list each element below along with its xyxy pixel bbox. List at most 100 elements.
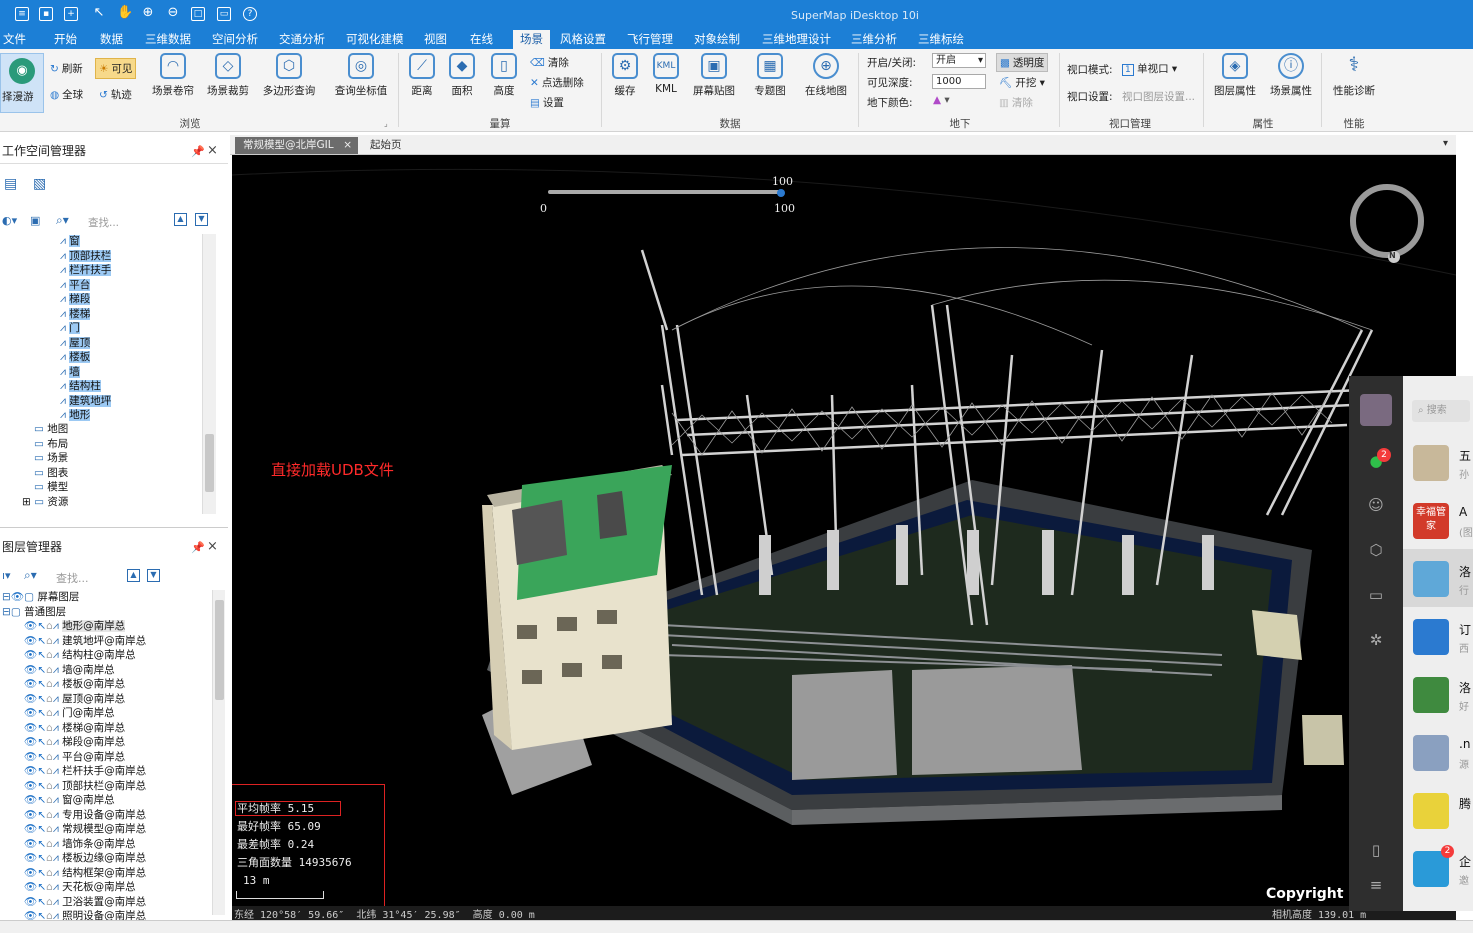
layer-row[interactable]: 👁↖⌂⩘ 墙饰条@南岸总 xyxy=(0,837,210,852)
editable-icon[interactable]: ⌂ xyxy=(46,620,53,632)
workspace-tree-item[interactable]: ⩘ 顶部扶栏 xyxy=(20,249,202,264)
visible-eye-icon[interactable]: 👁 xyxy=(24,896,37,908)
pointer-icon[interactable]: ↖ xyxy=(92,6,106,21)
editable-icon[interactable]: ⌂ xyxy=(46,838,53,850)
workspace-tree-item[interactable]: ⩘ 栏杆扶手 xyxy=(20,263,202,278)
menu-10[interactable]: 风格设置 xyxy=(560,30,606,49)
workspace-scrollbar[interactable] xyxy=(202,234,216,514)
close-icon[interactable]: × xyxy=(343,137,352,154)
menu-1[interactable]: 开始 xyxy=(54,30,77,49)
filter-icon[interactable]: ◐▾ xyxy=(2,214,17,227)
selectable-arrow-icon[interactable]: ↖ xyxy=(37,852,46,864)
workspace-node[interactable]: ▭ 模型 xyxy=(20,480,202,495)
menu-2[interactable]: 数据 xyxy=(100,30,123,49)
curtain-button[interactable]: ◠ 场景卷帘 xyxy=(145,53,201,98)
pin-icon[interactable]: 📌 xyxy=(191,541,205,554)
workspace-icon[interactable]: ▤ xyxy=(4,176,17,192)
editable-icon[interactable]: ⌂ xyxy=(46,881,53,893)
pan-icon[interactable]: ✋ xyxy=(117,6,133,21)
workspace-tree-item[interactable]: ⩘ 建筑地坪 xyxy=(20,394,202,409)
scroll-thumb[interactable] xyxy=(205,434,214,492)
layer-row[interactable]: 👁↖⌂⩘ 天花板@南岸总 xyxy=(0,880,210,895)
workspace-tree-item[interactable]: ⩘ 梯段 xyxy=(20,292,202,307)
height-button[interactable]: ▯ 高度 xyxy=(476,53,532,98)
measure-settings-button[interactable]: ▤ 设置 xyxy=(530,95,564,110)
editable-icon[interactable]: ⌂ xyxy=(46,722,53,734)
chat-item[interactable]: 五孙 xyxy=(1403,433,1473,491)
point-delete-button[interactable]: ✕ 点选删除 xyxy=(530,75,584,90)
visible-eye-icon[interactable]: 👁 xyxy=(24,693,37,705)
selectable-arrow-icon[interactable]: ↖ xyxy=(37,896,46,908)
visible-eye-icon[interactable]: 👁 xyxy=(24,809,37,821)
tab-menu-chevron-icon[interactable]: ▾ xyxy=(1443,138,1448,149)
move-up-icon[interactable]: ▲ xyxy=(127,569,140,582)
roam-button[interactable]: ◉ 择漫游 xyxy=(0,53,44,113)
editable-icon[interactable]: ⌂ xyxy=(46,896,53,908)
menu-0[interactable]: 文件 xyxy=(3,30,26,49)
workspace-node[interactable]: ▭ 布局 xyxy=(20,437,202,452)
miniapp-icon[interactable]: ✲ xyxy=(1366,631,1386,651)
selectable-arrow-icon[interactable]: ↖ xyxy=(37,635,46,647)
visible-eye-icon[interactable]: 👁 xyxy=(24,664,37,676)
visible-eye-icon[interactable]: 👁 xyxy=(24,780,37,792)
avatar[interactable] xyxy=(1360,394,1392,426)
layer-row[interactable]: 👁↖⌂⩘ 结构框架@南岸总 xyxy=(0,866,210,881)
scroll-thumb[interactable] xyxy=(215,600,224,700)
selectable-arrow-icon[interactable]: ↖ xyxy=(37,664,46,676)
visible-eye-icon[interactable]: 👁 xyxy=(24,794,37,806)
menu-4[interactable]: 空间分析 xyxy=(212,30,258,49)
layer-row[interactable]: 👁↖⌂⩘ 门@南岸总 xyxy=(0,706,210,721)
compass-icon[interactable] xyxy=(1353,187,1421,255)
layer-row[interactable]: 👁↖⌂⩘ 平台@南岸总 xyxy=(0,750,210,765)
polygon-query-button[interactable]: ⬡ 多边形查询 xyxy=(258,53,320,98)
color-picker[interactable]: ▲ ▾ xyxy=(933,94,950,106)
save-icon[interactable]: ▪ xyxy=(39,7,53,21)
search-icon[interactable]: ⌕▾ xyxy=(24,568,37,583)
workspace-tree-item[interactable]: ⩘ 结构柱 xyxy=(20,379,202,394)
expand-down-icon[interactable]: ▼ xyxy=(195,213,208,226)
workspace-node[interactable]: ⊞ ▭ 资源 xyxy=(20,495,202,510)
workspace-tree-item[interactable]: ⩘ 平台 xyxy=(20,278,202,293)
layer-row[interactable]: 👁↖⌂⩘ 建筑地坪@南岸总 xyxy=(0,634,210,649)
layer-row[interactable]: 👁↖⌂⩘ 结构柱@南岸总 xyxy=(0,648,210,663)
visible-eye-icon[interactable]: 👁 xyxy=(24,736,37,748)
menu-14[interactable]: 三维分析 xyxy=(851,30,897,49)
close-icon[interactable]: × xyxy=(207,539,218,554)
layer-menu-icon[interactable]: ı▾ xyxy=(2,569,11,582)
menu-6[interactable]: 可视化建模 xyxy=(346,30,404,49)
workspace-tree-item[interactable]: ⩘ 门 xyxy=(20,321,202,336)
layer-row[interactable]: 👁↖⌂⩘ 窗@南岸总 xyxy=(0,793,210,808)
selectable-arrow-icon[interactable]: ↖ xyxy=(37,794,46,806)
editable-icon[interactable]: ⌂ xyxy=(46,852,53,864)
database-icon[interactable]: ▧ xyxy=(33,176,46,192)
editable-icon[interactable]: ⌂ xyxy=(46,707,53,719)
dialog-launcher-icon[interactable]: ⌟ xyxy=(384,119,388,128)
menu-11[interactable]: 飞行管理 xyxy=(627,30,673,49)
clip-button[interactable]: ◇ 场景裁剪 xyxy=(200,53,256,98)
selectable-arrow-icon[interactable]: ↖ xyxy=(37,867,46,879)
layer-row[interactable]: 👁↖⌂⩘ 卫浴装置@南岸总 xyxy=(0,895,210,910)
workspace-tree-item[interactable]: ⩘ 楼板 xyxy=(20,350,202,365)
cube-icon[interactable]: ⬡ xyxy=(1366,541,1386,561)
editable-icon[interactable]: ⌂ xyxy=(46,794,53,806)
workspace-tree-item[interactable]: ⩘ 楼梯 xyxy=(20,307,202,322)
visible-button[interactable]: ☀ 可见 xyxy=(95,58,137,79)
editable-icon[interactable]: ⌂ xyxy=(46,867,53,879)
editable-icon[interactable]: ⌂ xyxy=(46,635,53,647)
selectable-arrow-icon[interactable]: ↖ xyxy=(37,751,46,763)
full-extent-icon[interactable]: □ xyxy=(191,7,205,21)
chat-item[interactable]: 腾 xyxy=(1403,781,1473,839)
chat-item[interactable]: 幸福管家 A (图 xyxy=(1403,491,1473,549)
layer-search-input[interactable]: 查找... xyxy=(56,570,89,586)
depth-input[interactable]: 1000 xyxy=(932,74,986,89)
chat-item[interactable]: .n 源 xyxy=(1403,723,1473,781)
selectable-arrow-icon[interactable]: ↖ xyxy=(37,881,46,893)
selectable-arrow-icon[interactable]: ↖ xyxy=(37,649,46,661)
menu-3[interactable]: 三维数据 xyxy=(145,30,191,49)
visible-eye-icon[interactable]: 👁 xyxy=(24,620,37,632)
track-button[interactable]: ↺ 轨迹 xyxy=(99,87,132,102)
chat-search-input[interactable]: ⌕ 搜索 xyxy=(1412,400,1470,422)
viewport-mode-select[interactable]: 1 单视口 ▾ xyxy=(1122,61,1177,76)
workspace-node[interactable]: ▭ 地图 xyxy=(20,422,202,437)
menu-5[interactable]: 交通分析 xyxy=(279,30,325,49)
